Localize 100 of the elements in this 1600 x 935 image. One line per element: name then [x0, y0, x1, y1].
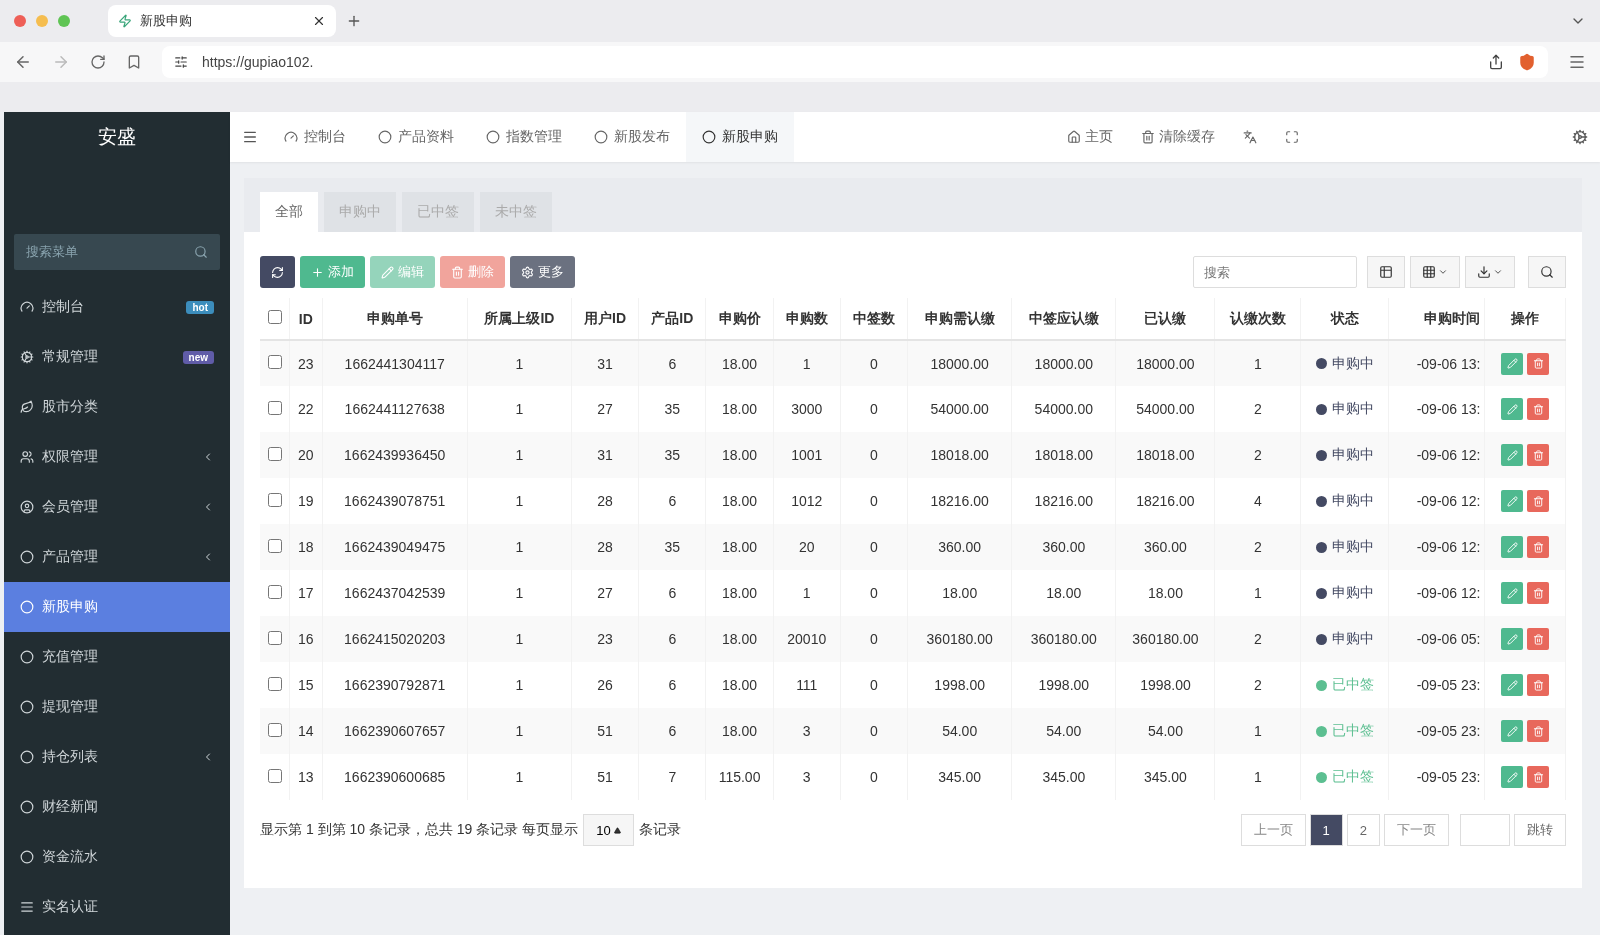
- sidebar-item[interactable]: 资金流水: [4, 832, 230, 882]
- leaf-icon: [20, 400, 34, 414]
- status-label: 已中签: [1315, 768, 1374, 786]
- delete-button[interactable]: [1527, 444, 1550, 466]
- caret-icon: [613, 826, 621, 834]
- back-icon[interactable]: [14, 53, 32, 71]
- edit-button[interactable]: [1501, 490, 1524, 512]
- reload-icon[interactable]: [90, 54, 106, 70]
- delete-button[interactable]: [1527, 720, 1550, 742]
- row-checkbox[interactable]: [267, 538, 282, 553]
- page-nav-button[interactable]: 下一页: [1384, 814, 1449, 846]
- sidebar-item[interactable]: 控制台 hot: [4, 282, 230, 332]
- sidebar-item[interactable]: 新股申购: [4, 582, 230, 632]
- pencil-icon: [1506, 358, 1518, 369]
- home-icon: [1067, 130, 1081, 144]
- trash-icon: [1532, 358, 1544, 369]
- page-size-dropdown[interactable]: 10: [583, 814, 634, 846]
- row-checkbox[interactable]: [267, 446, 282, 461]
- edit-button[interactable]: [1501, 582, 1524, 604]
- settings-icon[interactable]: [1572, 129, 1588, 145]
- sidebar-item[interactable]: 产品管理: [4, 532, 230, 582]
- search-field[interactable]: 搜索: [1193, 256, 1357, 288]
- delete-button[interactable]: [1527, 674, 1550, 696]
- close-window-button[interactable]: [14, 15, 26, 27]
- refresh-button[interactable]: [260, 256, 295, 288]
- sidebar-item[interactable]: 持仓列表: [4, 732, 230, 782]
- status-label: 申购中: [1315, 446, 1374, 464]
- pencil-icon: [1506, 541, 1518, 553]
- edit-button[interactable]: [1501, 674, 1524, 696]
- delete-button[interactable]: [1527, 536, 1550, 558]
- shield-icon[interactable]: [1518, 53, 1536, 71]
- delete-button[interactable]: [1527, 628, 1550, 650]
- table-cell: 0: [840, 754, 908, 800]
- delete-button[interactable]: [1527, 490, 1550, 512]
- delete-button[interactable]: [1527, 582, 1550, 604]
- nav-tab[interactable]: 新股发布: [578, 112, 686, 162]
- select-all-checkbox[interactable]: [267, 310, 282, 324]
- nav-tab[interactable]: 产品资料: [362, 112, 470, 162]
- bookmark-icon[interactable]: [126, 54, 142, 70]
- row-checkbox[interactable]: [267, 492, 282, 507]
- more-button[interactable]: 更多: [510, 256, 575, 288]
- close-icon[interactable]: [312, 14, 326, 28]
- row-checkbox[interactable]: [267, 676, 282, 691]
- url-text: https://gupiao102.: [202, 54, 314, 70]
- row-checkbox[interactable]: [267, 722, 282, 737]
- status-label: 申购中: [1315, 400, 1374, 418]
- page-button[interactable]: 1: [1309, 814, 1343, 846]
- row-checkbox[interactable]: [267, 630, 282, 645]
- maximize-window-button[interactable]: [58, 15, 70, 27]
- sidebar-item[interactable]: 会员管理: [4, 482, 230, 532]
- sidebar-item[interactable]: 财经新闻: [4, 782, 230, 832]
- table-cell: 345.00: [1115, 754, 1215, 800]
- address-bar[interactable]: https://gupiao102.: [162, 46, 1548, 78]
- browser-tab[interactable]: 新股申购: [108, 5, 336, 37]
- menu-search-field[interactable]: 搜索菜单: [14, 234, 220, 270]
- table-view-button[interactable]: [1367, 256, 1405, 288]
- delete-button[interactable]: [1527, 398, 1550, 420]
- edit-button[interactable]: [1501, 536, 1524, 558]
- new-tab-icon[interactable]: [346, 13, 362, 29]
- edit-button[interactable]: [1501, 398, 1524, 420]
- row-checkbox[interactable]: [267, 400, 282, 415]
- columns-button[interactable]: [1410, 256, 1460, 288]
- export-button[interactable]: [1465, 256, 1515, 288]
- pagination-summary: 显示第 1 到第 10 条记录，总共 19 条记录 每页显示: [260, 821, 579, 839]
- nav-action[interactable]: 主页: [1053, 128, 1127, 146]
- trash-icon: [451, 265, 464, 279]
- site-settings-icon[interactable]: [174, 55, 188, 69]
- row-checkbox[interactable]: [267, 584, 282, 599]
- sidebar-item[interactable]: 提现管理: [4, 682, 230, 732]
- tab-title: 新股申购: [140, 12, 192, 30]
- delete-button[interactable]: [1527, 766, 1550, 788]
- share-icon[interactable]: [1488, 54, 1504, 70]
- edit-button[interactable]: [1501, 444, 1524, 466]
- edit-button[interactable]: [1501, 352, 1524, 375]
- sidebar-item[interactable]: 权限管理: [4, 432, 230, 482]
- menu-icon[interactable]: [1568, 53, 1586, 71]
- sidebar-item[interactable]: 股市分类: [4, 382, 230, 432]
- sidebar-item[interactable]: 实名认证: [4, 882, 230, 932]
- edit-button[interactable]: [1501, 720, 1524, 742]
- nav-action[interactable]: 清除缓存: [1127, 128, 1229, 146]
- delete-button[interactable]: [1527, 352, 1550, 375]
- nav-tab[interactable]: 新股申购: [686, 112, 794, 162]
- menu-icon[interactable]: [242, 129, 258, 145]
- page-nav-button[interactable]: 上一页: [1240, 814, 1306, 846]
- page-button[interactable]: 2: [1346, 814, 1380, 846]
- filter-tab[interactable]: 全部: [260, 192, 318, 232]
- jump-button[interactable]: 跳转: [1514, 814, 1566, 846]
- table-cell: 3: [773, 754, 841, 800]
- trash-icon: [1532, 725, 1544, 737]
- sidebar-item[interactable]: 充值管理: [4, 632, 230, 682]
- row-checkbox[interactable]: [267, 355, 282, 369]
- edit-button[interactable]: [1501, 766, 1524, 788]
- nav-tab[interactable]: 控制台: [268, 112, 362, 162]
- jump-field[interactable]: [1460, 814, 1510, 846]
- row-checkbox[interactable]: [267, 768, 282, 783]
- settings-icon: [20, 350, 34, 364]
- nav-tab[interactable]: 指数管理: [470, 112, 578, 162]
- sidebar-item[interactable]: 常规管理 new: [4, 332, 230, 382]
- search-button[interactable]: [1528, 256, 1566, 288]
- edit-button[interactable]: [1501, 628, 1524, 650]
